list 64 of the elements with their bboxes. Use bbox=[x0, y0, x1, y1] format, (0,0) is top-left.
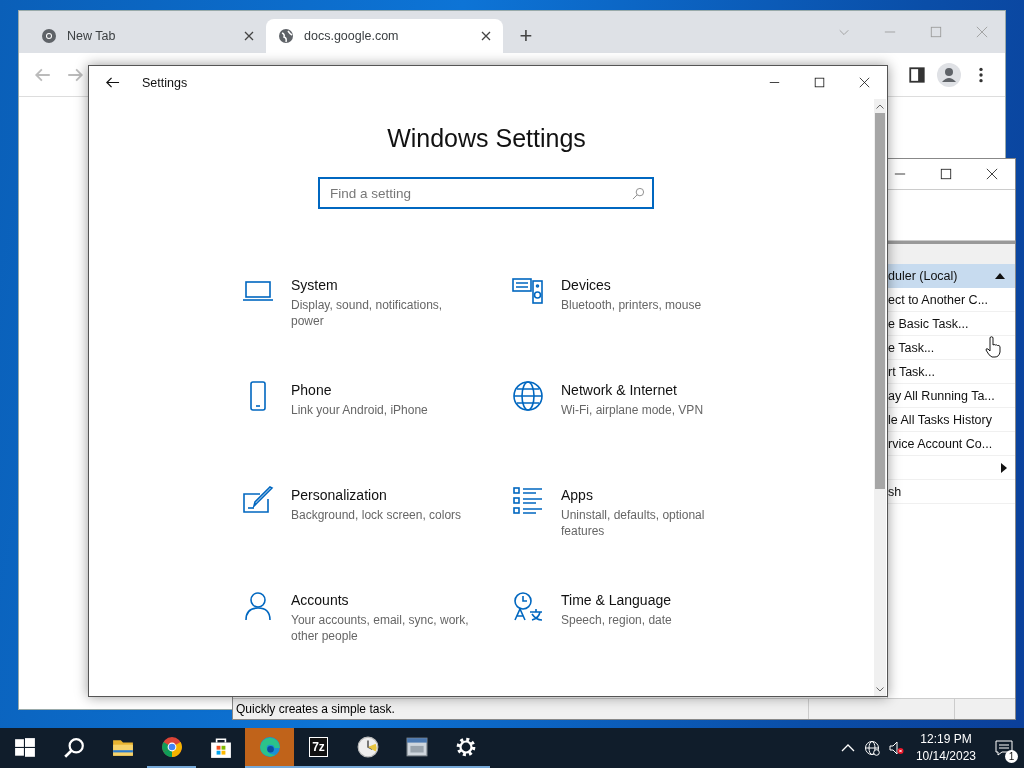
edge-icon bbox=[258, 736, 281, 758]
scrollbar[interactable] bbox=[874, 99, 886, 696]
devices-icon[interactable] bbox=[512, 275, 544, 307]
settings-icon bbox=[454, 736, 477, 758]
windows-logo-icon bbox=[13, 737, 36, 759]
status-text: Quickly creates a simple task. bbox=[235, 702, 396, 716]
category-description: Wi-Fi, airplane mode, VPN bbox=[561, 402, 705, 418]
collapse-icon[interactable] bbox=[995, 273, 1005, 279]
category-description: Link your Android, iPhone bbox=[291, 402, 429, 418]
category-title[interactable]: Time & Language bbox=[561, 592, 739, 608]
chrome-icon bbox=[160, 736, 183, 758]
search-icon bbox=[632, 187, 645, 200]
page-heading: Windows Settings bbox=[386, 124, 586, 153]
scroll-thumb[interactable] bbox=[875, 113, 885, 489]
maximize-icon[interactable] bbox=[940, 168, 952, 180]
category-description: Speech, region, date bbox=[561, 612, 673, 628]
category-title[interactable]: Accounts bbox=[291, 592, 469, 608]
category-title[interactable]: Network & Internet bbox=[561, 382, 739, 398]
category-title[interactable]: Devices bbox=[561, 277, 739, 293]
accounts-icon[interactable] bbox=[242, 590, 274, 622]
app-window-icon bbox=[405, 736, 428, 758]
close-icon[interactable] bbox=[859, 77, 870, 88]
back-arrow-icon[interactable] bbox=[105, 75, 120, 90]
category-title[interactable]: Phone bbox=[291, 382, 469, 398]
clock-icon bbox=[356, 736, 379, 758]
category-description: Your accounts, email, sync, work, other people bbox=[291, 612, 469, 644]
actions-header[interactable]: duler (Local) bbox=[888, 264, 1015, 288]
notification-button[interactable]: 1 bbox=[984, 728, 1024, 768]
category-title[interactable]: Apps bbox=[561, 487, 739, 503]
category-description: Display, sound, notifications, power bbox=[291, 297, 444, 329]
browser-tab[interactable]: New Tab bbox=[29, 19, 266, 53]
close-tab-icon[interactable] bbox=[244, 31, 254, 41]
submenu-arrow-icon[interactable] bbox=[1001, 462, 1007, 473]
category-title[interactable]: System bbox=[291, 277, 469, 293]
browser-tab[interactable]: docs.google.com bbox=[266, 19, 503, 53]
network-icon[interactable] bbox=[512, 380, 544, 412]
close-tab-icon[interactable] bbox=[481, 31, 491, 41]
category-description: Bluetooth, printers, mouse bbox=[561, 297, 703, 313]
taskbar-button[interactable]: 7z bbox=[294, 728, 343, 768]
category-description: Background, lock screen, colors bbox=[291, 507, 463, 523]
folder-icon bbox=[111, 737, 134, 759]
side-panel-icon[interactable] bbox=[908, 65, 926, 84]
volume-muted-icon[interactable] bbox=[887, 740, 904, 756]
avatar-icon[interactable] bbox=[937, 62, 961, 87]
search-icon bbox=[62, 737, 85, 759]
network-globe-icon[interactable] bbox=[863, 740, 880, 756]
search-field[interactable]: Find a setting bbox=[318, 177, 654, 209]
scroll-down-icon[interactable] bbox=[876, 686, 884, 692]
new-tab-button[interactable]: + bbox=[509, 19, 543, 53]
apps-icon[interactable] bbox=[512, 485, 544, 517]
category-description: Uninstall, defaults, optional features bbox=[561, 507, 706, 539]
time-icon[interactable] bbox=[512, 590, 544, 622]
close-icon[interactable] bbox=[986, 168, 998, 180]
window-title: Settings bbox=[142, 75, 188, 90]
scroll-up-icon[interactable] bbox=[876, 103, 884, 109]
hand-cursor-icon bbox=[985, 336, 1001, 358]
maximize-icon[interactable] bbox=[814, 77, 825, 88]
chrome-icon bbox=[41, 28, 57, 44]
globe-icon bbox=[278, 28, 294, 44]
notification-count: 1 bbox=[1005, 750, 1018, 763]
category-title[interactable]: Personalization bbox=[291, 487, 469, 503]
clock-button[interactable]: 12:19 PM 10/14/2023 bbox=[915, 731, 976, 765]
archive-app-icon: 7z bbox=[309, 737, 328, 757]
store-bag-icon bbox=[209, 737, 232, 759]
